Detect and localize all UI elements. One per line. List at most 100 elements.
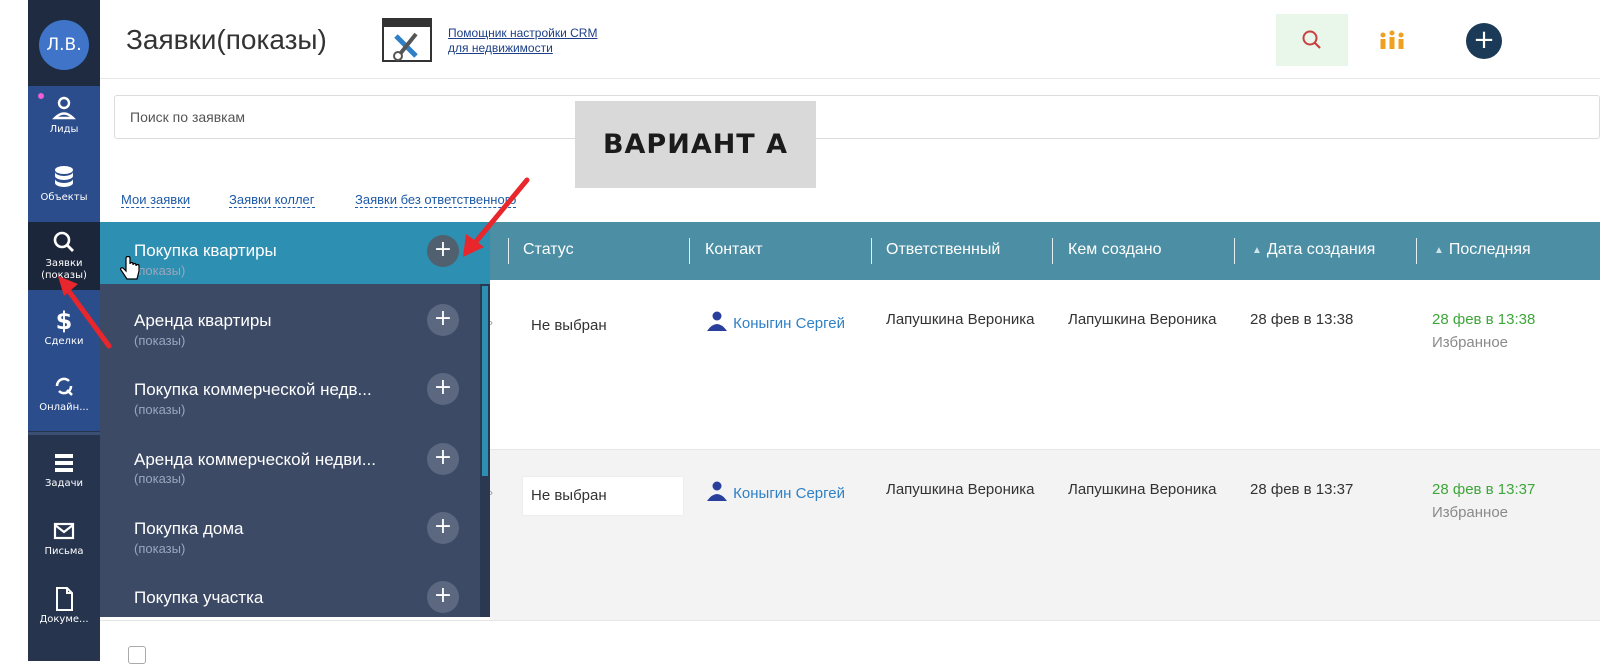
add-button[interactable]: + bbox=[1466, 23, 1502, 59]
sort-arrow-icon: ▲ bbox=[1252, 245, 1262, 256]
add-buy-commercial-button[interactable]: + bbox=[427, 373, 459, 405]
user-avatar[interactable]: Л.В. bbox=[39, 20, 89, 70]
filter-my-requests[interactable]: Мои заявки bbox=[121, 192, 191, 208]
dropdown-item-rent-apartment[interactable]: Аренда квартиры bbox=[134, 311, 272, 331]
row-checkbox[interactable] bbox=[128, 646, 146, 664]
nav-item-leads[interactable]: Лиды bbox=[28, 88, 100, 152]
nav-item-documents[interactable]: Докуме... bbox=[28, 578, 100, 642]
row-responsible: Лапушкина Вероника bbox=[886, 481, 1035, 498]
row-contact[interactable]: Коныгин Сергей bbox=[705, 481, 865, 502]
mail-icon bbox=[53, 522, 75, 540]
nav-label: Онлайн... bbox=[39, 402, 89, 413]
row-last-note: Избранное bbox=[1432, 334, 1509, 351]
page-title: Заявки(показы) bbox=[126, 24, 327, 55]
row-created-by: Лапушкина Вероника bbox=[1068, 481, 1217, 498]
column-separator bbox=[689, 238, 690, 264]
column-separator bbox=[1234, 238, 1235, 264]
nav-label: Задачи bbox=[45, 478, 83, 489]
add-buy-land-button[interactable]: + bbox=[427, 581, 459, 613]
search-button[interactable] bbox=[1276, 14, 1348, 66]
people-icon bbox=[1380, 30, 1404, 49]
row-created-by: Лапушкина Вероника bbox=[1068, 311, 1217, 328]
nav-label: Сделки bbox=[44, 336, 84, 347]
contact-person-icon bbox=[707, 481, 727, 501]
add-buy-house-button[interactable]: + bbox=[427, 512, 459, 544]
nav-item-tasks[interactable]: Задачи bbox=[28, 442, 100, 506]
column-last[interactable]: ▲ Последняя bbox=[1434, 241, 1531, 259]
hand-cursor-icon bbox=[120, 256, 140, 280]
nav-label: Лиды bbox=[49, 124, 79, 135]
search-input[interactable] bbox=[128, 96, 572, 138]
nav-label-line1: Заявки bbox=[45, 258, 83, 269]
row-last-date: 28 фев в 13:37 bbox=[1432, 481, 1536, 498]
search-icon bbox=[1302, 30, 1321, 49]
column-created-date-label: Дата создания bbox=[1266, 241, 1376, 258]
variant-label: ВАРИАНТ А bbox=[575, 101, 816, 188]
database-icon bbox=[55, 166, 73, 187]
plus-icon: + bbox=[433, 583, 453, 608]
plus-icon: + bbox=[433, 375, 453, 400]
nav-item-objects[interactable]: Объекты bbox=[28, 156, 100, 220]
nav-label: Докуме... bbox=[39, 614, 89, 625]
dropdown-item-buy-land[interactable]: Покупка участка bbox=[134, 588, 263, 608]
row-contact-name: Коныгин Сергей bbox=[733, 485, 845, 502]
person-icon bbox=[52, 96, 76, 120]
row-status[interactable]: Не выбран bbox=[531, 487, 607, 504]
crm-helper-link[interactable]: Помощник настройки CRM для недвижимости bbox=[448, 26, 597, 56]
add-rent-apartment-button[interactable]: + bbox=[427, 304, 459, 336]
column-created-date[interactable]: ▲ Дата создания bbox=[1252, 241, 1375, 259]
nav-label: Письма bbox=[44, 546, 84, 557]
plus-icon: + bbox=[1473, 25, 1495, 55]
column-separator bbox=[871, 238, 872, 264]
row-contact[interactable]: Коныгин Сергей bbox=[705, 311, 865, 332]
dropdown-item-sub: (показы) bbox=[134, 402, 186, 417]
dropdown-item-rent-commercial[interactable]: Аренда коммерческой недви... bbox=[134, 450, 376, 470]
nav-item-mail[interactable]: Письма bbox=[28, 510, 100, 574]
dropdown-scrollbar-thumb[interactable] bbox=[482, 286, 488, 476]
row-last-date: 28 фев в 13:38 bbox=[1432, 311, 1536, 328]
column-status[interactable]: Статус bbox=[523, 241, 574, 259]
plus-icon: + bbox=[433, 514, 453, 539]
row-responsible: Лапушкина Вероника bbox=[886, 311, 1035, 328]
refresh-search-icon bbox=[55, 377, 73, 396]
filter-unassigned-requests[interactable]: Заявки без ответственного bbox=[355, 192, 517, 208]
column-contact[interactable]: Контакт bbox=[705, 241, 763, 259]
column-last-label: Последняя bbox=[1448, 241, 1531, 258]
row-status[interactable]: Не выбран bbox=[531, 317, 607, 334]
add-buy-apartment-button[interactable]: + bbox=[427, 235, 459, 267]
row-created-date: 28 фев в 13:38 bbox=[1250, 311, 1354, 328]
column-separator bbox=[508, 238, 509, 264]
column-responsible[interactable]: Ответственный bbox=[886, 241, 1000, 259]
dollar-icon: $ bbox=[55, 307, 73, 335]
sort-arrow-icon: ▲ bbox=[1434, 245, 1444, 256]
nav-item-requests[interactable]: Заявки (показы) bbox=[28, 222, 100, 290]
dropdown-item-buy-commercial[interactable]: Покупка коммерческой недв... bbox=[134, 380, 372, 400]
dropdown-item-buy-house[interactable]: Покупка дома bbox=[134, 519, 244, 539]
header-divider bbox=[100, 78, 1600, 79]
contact-person-icon bbox=[707, 311, 727, 331]
column-separator bbox=[1052, 238, 1053, 264]
crm-link-line1: Помощник настройки CRM bbox=[448, 26, 598, 40]
team-button[interactable] bbox=[1372, 20, 1412, 60]
nav-item-deals[interactable]: $ Сделки bbox=[28, 300, 100, 364]
row-last-note: Избранное bbox=[1432, 504, 1509, 521]
search-icon bbox=[53, 231, 74, 252]
nav-label-line2: (показы) bbox=[41, 270, 87, 281]
crm-setup-icon[interactable] bbox=[382, 18, 434, 64]
dropdown-item-sub: (показы) bbox=[134, 541, 186, 556]
row-contact-name: Коныгин Сергей bbox=[733, 315, 845, 332]
dropdown-item-sub: (показы) bbox=[134, 333, 186, 348]
row-divider bbox=[100, 620, 1600, 621]
add-rent-commercial-button[interactable]: + bbox=[427, 443, 459, 475]
search-bar bbox=[114, 95, 1600, 139]
nav-label: Объекты bbox=[40, 192, 88, 203]
plus-icon: + bbox=[433, 306, 453, 331]
tasks-icon bbox=[55, 454, 73, 472]
dropdown-item-buy-apartment[interactable]: Покупка квартиры bbox=[134, 241, 277, 261]
nav-item-online[interactable]: Онлайн... bbox=[28, 366, 100, 430]
filter-colleague-requests[interactable]: Заявки коллег bbox=[229, 192, 315, 208]
column-created-by[interactable]: Кем создано bbox=[1068, 241, 1162, 259]
row-created-date: 28 фев в 13:37 bbox=[1250, 481, 1354, 498]
column-separator bbox=[1416, 238, 1417, 264]
plus-icon: + bbox=[433, 237, 453, 262]
